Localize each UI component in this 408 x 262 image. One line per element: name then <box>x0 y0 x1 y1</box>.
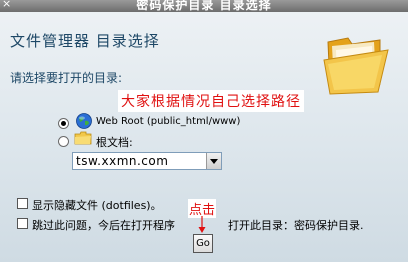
show-hidden-checkbox[interactable] <box>17 198 28 209</box>
domain-select[interactable]: tsw.xxmn.com <box>72 152 222 170</box>
domain-select-value: tsw.xxmn.com <box>76 154 169 168</box>
web-root-radio[interactable] <box>58 118 69 129</box>
folder-icon <box>74 131 92 145</box>
chevron-down-icon[interactable] <box>206 153 221 169</box>
root-doc-label: 根文档: <box>96 136 133 149</box>
globe-icon <box>76 113 92 129</box>
choose-path-annotation: 大家根据情况自己选择路径 <box>118 90 304 112</box>
skip-question-label-end: 打开此目录：密码保护目录. <box>228 219 364 232</box>
go-button[interactable]: Go <box>193 234 213 253</box>
page-title: 文件管理器 目录选择 <box>10 32 160 50</box>
open-folder-icon <box>323 37 389 95</box>
skip-question-checkbox[interactable] <box>17 218 28 229</box>
select-directory-prompt: 请选择要打开的目录: <box>10 71 123 85</box>
show-hidden-label: 显示隐藏文件 (dotfiles)。 <box>32 199 162 212</box>
down-arrow-icon <box>198 216 206 233</box>
window-title-bar: × 密码保护目录 目录选择 <box>0 0 408 12</box>
root-doc-radio[interactable] <box>58 136 69 147</box>
skip-question-label-start: 跳过此问题，今后在打开程序 <box>32 219 175 232</box>
web-root-label: Web Root (public_html/www) <box>96 116 241 127</box>
window-title: 密码保护目录 目录选择 <box>136 0 272 12</box>
